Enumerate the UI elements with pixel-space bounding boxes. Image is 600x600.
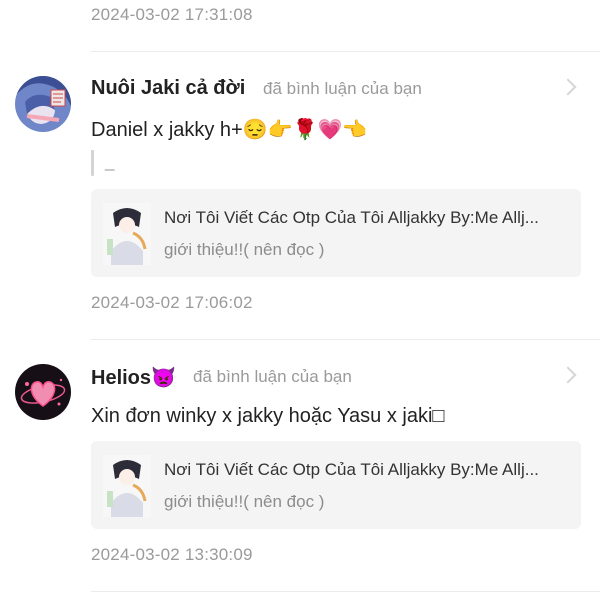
story-cover-image <box>103 203 151 265</box>
story-chapter: giới thiệu!!( nên đọc ) <box>164 492 325 511</box>
story-card[interactable]: Nơi Tôi Viết Các Otp Của Tôi Alljakky By… <box>91 189 581 277</box>
divider <box>91 51 600 52</box>
quote-content: _ <box>105 152 115 171</box>
action-text: đã bình luận của bạn <box>193 367 352 386</box>
divider <box>91 591 600 592</box>
comment-text: Xin đơn winky x jakky hoặc Yasu x jaki□ <box>91 405 445 427</box>
notification-timestamp: 2024-03-02 13:30:09 <box>91 545 253 564</box>
quoted-text: _ <box>91 150 391 178</box>
story-cover-image <box>103 455 151 517</box>
notification-timestamp: 2024-03-02 17:31:08 <box>91 5 253 24</box>
username[interactable]: Helios👿 <box>91 365 176 390</box>
story-card[interactable]: Nơi Tôi Viết Các Otp Của Tôi Alljakky By… <box>91 441 581 529</box>
story-title: Nơi Tôi Viết Các Otp Của Tôi Alljakky By… <box>164 208 539 227</box>
story-chapter: giới thiệu!!( nên đọc ) <box>164 240 325 259</box>
divider <box>91 339 600 340</box>
avatar[interactable] <box>15 364 71 420</box>
action-text: đã bình luận của bạn <box>263 79 422 98</box>
avatar[interactable] <box>15 76 71 132</box>
quote-bar <box>91 150 94 176</box>
notification-timestamp: 2024-03-02 17:06:02 <box>91 293 253 312</box>
story-title: Nơi Tôi Viết Các Otp Của Tôi Alljakky By… <box>164 460 539 479</box>
comment-text: Daniel x jakky h+😔👉🌹💗👈 <box>91 119 368 141</box>
chevron-right-icon[interactable] <box>559 78 577 96</box>
username[interactable]: Nuôi Jaki cả đời <box>91 77 245 100</box>
chevron-right-icon[interactable] <box>559 366 577 384</box>
